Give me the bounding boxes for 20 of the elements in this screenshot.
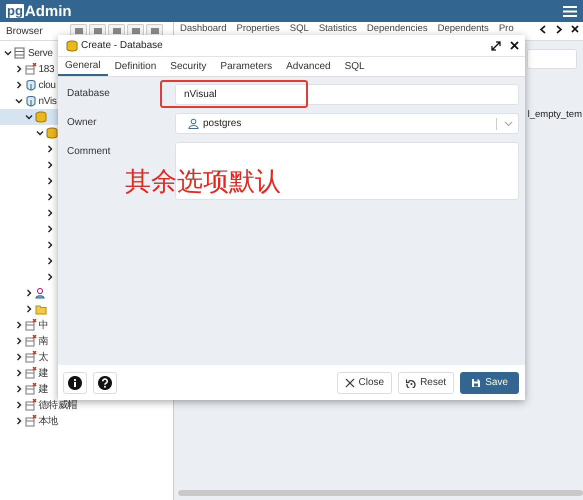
panel-title: Browser xyxy=(6,26,44,36)
dialog-title: Create - Database xyxy=(81,40,163,51)
tree-label: Serve xyxy=(28,48,53,58)
tree-label: nVis xyxy=(38,96,57,106)
tree-label: 建 xyxy=(38,382,48,396)
tree-label: 太 xyxy=(38,350,48,364)
logo-text: Admin xyxy=(24,2,72,20)
field-label: Database xyxy=(67,87,111,99)
tree-label: 中 xyxy=(38,318,48,332)
annotation-text: 其余选项默认 xyxy=(125,165,281,198)
tree-label: clou xyxy=(38,80,56,90)
field-label: Comment xyxy=(67,145,112,157)
logo-badge: pg xyxy=(6,4,24,18)
template-text: l_empty_tem xyxy=(528,109,582,120)
tree-label: 德特威帽 xyxy=(38,398,78,412)
tree-label: 建 xyxy=(38,366,48,380)
tree-label: 183 xyxy=(38,64,54,74)
tree-label: 南 xyxy=(38,334,48,348)
field-label: Owner xyxy=(67,116,98,128)
tree-label: 本地 xyxy=(38,414,58,428)
